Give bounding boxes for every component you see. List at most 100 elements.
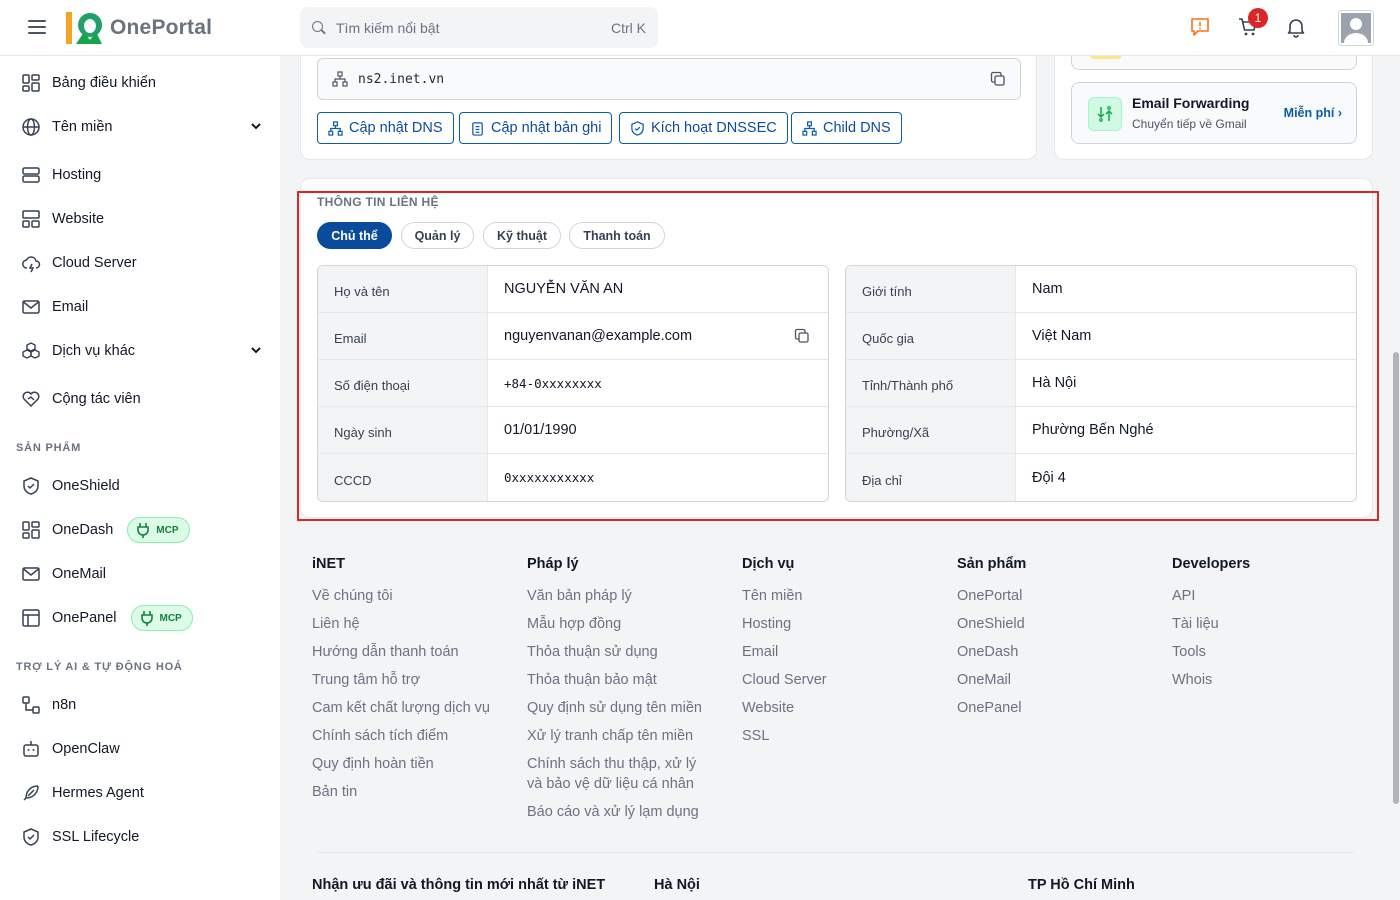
update-records-button[interactable]: Cập nhật bản ghi [459,112,613,144]
row-value: nguyenvanan@example.com [504,328,693,344]
footer-link[interactable]: Chính sách thu thập, xử lý [527,754,702,774]
sidebar-item-ssl-lifecycle[interactable]: SSL Lifecycle [20,822,264,852]
sidebar-item-onemail[interactable]: OneMail [20,559,264,589]
footer-link[interactable]: và bảo vệ dữ liệu cá nhân [527,774,702,794]
footer-link[interactable]: Xử lý tranh chấp tên miền [527,726,702,746]
sidebar-item-other-services[interactable]: Dịch vụ khác [20,336,264,366]
copy-icon[interactable] [990,71,1006,87]
footer-link[interactable]: Cloud Server [742,670,827,690]
sidebar-item-domains[interactable]: Tên miền [20,112,264,142]
footer-link[interactable]: OneMail [957,670,1026,690]
cart-count-badge: 1 [1248,8,1268,28]
footer-link[interactable]: Thỏa thuận bảo mật [527,670,702,690]
feather-icon [20,782,42,804]
footer-link[interactable]: Quy định hoàn tiền [312,754,490,774]
footer-link[interactable]: Tên miền [742,586,827,606]
sidebar-item-email[interactable]: Email [20,292,264,322]
search-shortcut: Ctrl K [611,19,646,36]
notifications-button[interactable] [1283,14,1309,40]
sidebar-item-onedash[interactable]: OneDash MCP [20,515,264,545]
sidebar-item-label: OnePanel [52,610,117,626]
table-row: Quốc gia Việt Nam [846,313,1356,360]
footer-link[interactable]: OneDash [957,642,1026,662]
search-input[interactable]: Tìm kiếm nổi bật Ctrl K [300,7,658,48]
footer-link[interactable]: Tài liệu [1172,614,1250,634]
row-label: Email [318,313,488,359]
tab-billing[interactable]: Thanh toán [569,222,665,249]
newsletter-title: Nhận ưu đãi và thông tin mới nhất từ iNE… [312,877,606,893]
workflow-icon [20,694,42,716]
footer-link[interactable]: Về chúng tôi [312,586,490,606]
sidebar-item-hermes-agent[interactable]: Hermes Agent [20,778,264,808]
logo-text: OnePortal [110,16,213,39]
table-row: Ngày sinh 01/01/1990 [318,407,828,454]
feedback-button[interactable] [1187,14,1213,40]
tab-admin[interactable]: Quản lý [401,222,474,249]
sidebar-item-website[interactable]: Website [20,204,264,234]
avatar[interactable] [1338,10,1374,46]
update-dns-button[interactable]: Cập nhật DNS [317,112,454,144]
chevron-down-icon [251,347,261,354]
activate-dnssec-button[interactable]: Kích hoạt DNSSEC [619,112,788,144]
plug-icon [137,523,150,538]
mail-icon [20,563,42,585]
footer-column-title: iNET [312,556,346,572]
sidebar-item-openclaw[interactable]: OpenClaw [20,734,264,764]
footer-link[interactable]: Email [742,642,827,662]
footer-link[interactable]: Liên hệ [312,614,490,634]
sidebar-item-dashboard[interactable]: Bảng điều khiển [20,68,264,98]
heart-handshake-icon [20,388,42,410]
sidebar-item-onepanel[interactable]: OnePanel MCP [20,603,264,633]
row-label: Tỉnh/Thành phố [846,360,1016,406]
footer-link[interactable]: API [1172,586,1250,606]
row-value: 0xxxxxxxxxxx [504,470,595,485]
sidebar: Bảng điều khiển Tên miền Hosting Website… [0,56,280,900]
layout-icon [20,208,42,230]
footer-link[interactable]: OnePortal [957,586,1026,606]
user-icon [1341,13,1371,43]
sidebar-item-affiliate[interactable]: Cộng tác viên [20,384,264,414]
footer-link[interactable]: Hướng dẫn thanh toán [312,642,490,662]
dashboard-icon [20,519,42,541]
footer-link[interactable]: Whois [1172,670,1250,690]
tab-owner[interactable]: Chủ thể [317,222,392,249]
footer-divider [317,852,1354,853]
footer-link[interactable]: Bản tin [312,782,490,802]
footer-column-title: Sản phẩm [957,556,1027,572]
footer-column-title: Developers [1172,556,1251,572]
globe-icon [20,116,42,138]
row-value: Phường Bến Nghé [1032,422,1154,438]
footer-link[interactable]: Quy định sử dụng tên miền [527,698,702,718]
footer-link[interactable]: Hosting [742,614,827,634]
service-item-partial [1071,55,1357,70]
footer-link[interactable]: Website [742,698,827,718]
email-forwarding-item[interactable]: Email Forwarding Chuyển tiếp về Gmail Mi… [1071,82,1357,144]
scrollbar-thumb[interactable] [1393,352,1399,804]
sidebar-item-hosting[interactable]: Hosting [20,160,264,190]
footer-link[interactable]: SSL [742,726,827,746]
footer-link[interactable]: Văn bản pháp lý [527,586,702,606]
footer-link[interactable]: Báo cáo và xử lý lạm dụng [527,802,702,822]
footer-link[interactable]: Tools [1172,642,1250,662]
footer-link[interactable]: OneShield [957,614,1026,634]
sidebar-item-n8n[interactable]: n8n [20,690,264,720]
menu-icon[interactable] [28,20,46,34]
footer-link[interactable]: Cam kết chất lượng dịch vụ [312,698,490,718]
contact-section-title: THÔNG TIN LIÊN HỆ [317,195,439,209]
footer-link[interactable]: Trung tâm hỗ trợ [312,670,490,690]
sidebar-item-cloud-server[interactable]: Cloud Server [20,248,264,278]
footer-link[interactable]: Thỏa thuận sử dụng [527,642,702,662]
footer-link[interactable]: Mẫu hợp đồng [527,614,702,634]
copy-icon[interactable] [794,328,810,344]
footer-link[interactable]: Chính sách tích điểm [312,726,490,746]
logo[interactable]: OnePortal [64,10,212,46]
footer-column-developers: Developers API Tài liệu Tools Whois [1172,556,1250,698]
tab-technical[interactable]: Kỹ thuật [483,222,561,249]
sidebar-item-label: Hermes Agent [52,785,144,801]
footer-link[interactable]: OnePanel [957,698,1026,718]
email-forwarding-link[interactable]: Miễn phí › [1284,106,1342,120]
logo-mark [66,12,103,44]
sidebar-item-oneshield[interactable]: OneShield [20,471,264,501]
child-dns-button[interactable]: Child DNS [791,112,902,144]
row-label: Giới tính [846,266,1016,312]
